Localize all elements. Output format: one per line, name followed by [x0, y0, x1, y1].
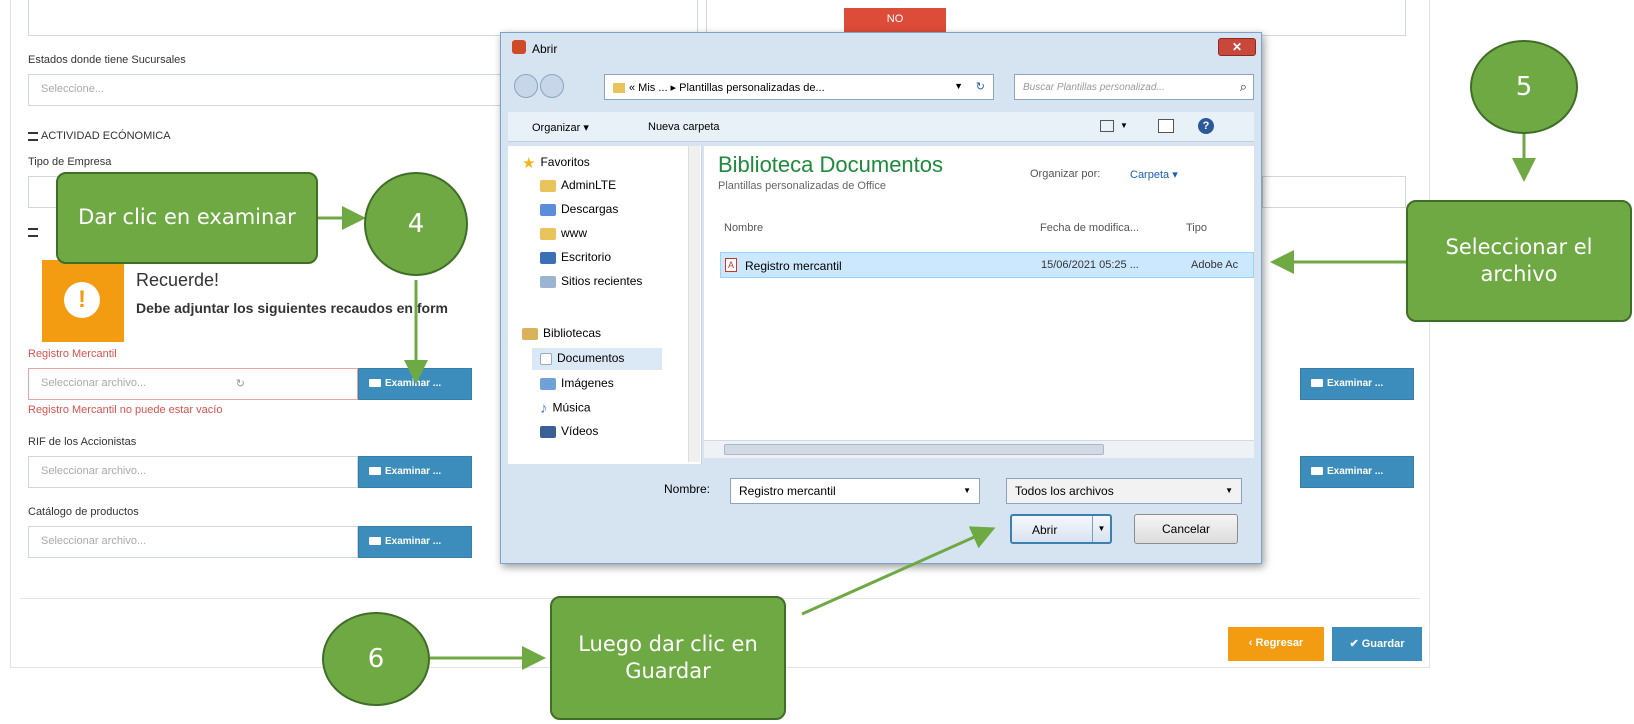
- arrow-step6-open: [801, 526, 996, 616]
- callout-step6: Luego dar clic en Guardar: [550, 596, 786, 720]
- callout-step5: Seleccionar el archivo: [1406, 200, 1632, 322]
- step5-number-circle: 5: [1470, 40, 1578, 134]
- step6-number-circle: 6: [322, 612, 430, 706]
- step4-number-circle: 4: [364, 172, 468, 276]
- annotation-arrows: [316, 130, 1536, 670]
- callout-step4: Dar clic en examinar: [56, 172, 318, 264]
